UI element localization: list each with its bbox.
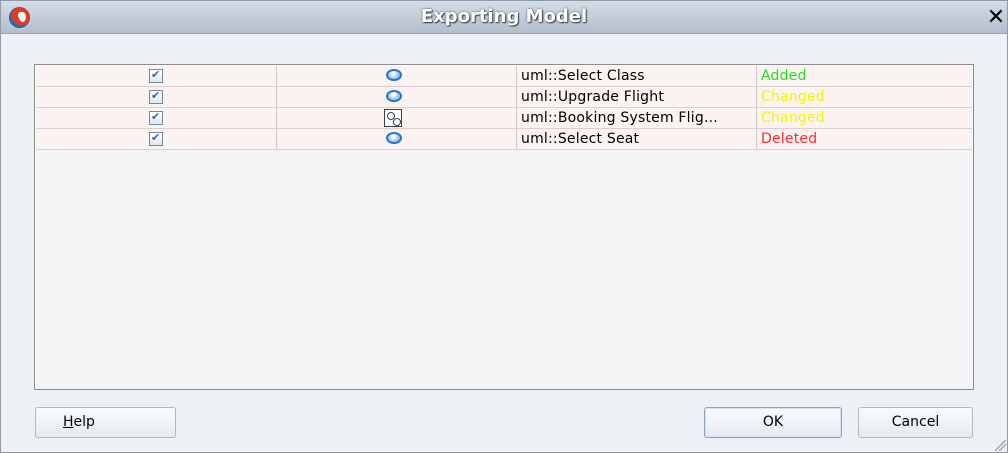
element-name: uml::Select Seat [521,131,640,147]
use-case-oval-icon [386,90,402,102]
type-cell [277,108,517,128]
close-icon[interactable]: ✕ [985,7,1007,29]
cancel-button[interactable]: Cancel [858,407,973,438]
checkbox-checked-icon[interactable] [149,131,163,146]
table-row[interactable]: uml::Upgrade Flight Changed [36,87,972,108]
type-cell [277,129,517,149]
use-case-oval-icon [386,132,402,144]
status-cell: Changed [757,87,972,107]
help-label-rest: elp [73,414,95,430]
select-cell[interactable] [36,108,277,128]
status-cell: Added [757,66,972,86]
table-row[interactable]: uml::Select Seat Deleted [36,129,972,150]
use-case-oval-icon [386,69,402,81]
status-cell: Deleted [757,129,972,149]
type-cell [277,66,517,86]
table-row[interactable]: uml::Booking System Flig... Changed [36,108,972,129]
status-changed: Changed [761,89,825,105]
checkbox-checked-icon[interactable] [149,89,163,104]
help-mnemonic: H [63,414,74,430]
name-cell: uml::Select Class [517,66,757,86]
status-changed: Changed [761,110,825,126]
element-name: uml::Select Class [521,68,645,84]
select-cell[interactable] [36,129,277,149]
title-bar[interactable]: Exporting Model ✕ [1,1,1007,34]
select-cell[interactable] [36,66,277,86]
exporting-model-dialog: Exporting Model ✕ uml::Select Class Adde… [0,0,1008,453]
name-cell: uml::Select Seat [517,129,757,149]
element-name: uml::Upgrade Flight [521,89,665,105]
dialog-title: Exporting Model [420,6,588,27]
status-added: Added [761,68,807,84]
name-cell: uml::Booking System Flig... [517,108,757,128]
table-row[interactable]: uml::Select Class Added [36,66,972,87]
status-cell: Changed [757,108,972,128]
select-cell[interactable] [36,87,277,107]
element-name: uml::Booking System Flig... [521,110,718,126]
ok-button[interactable]: OK [704,407,842,438]
checkbox-checked-icon[interactable] [149,110,163,125]
name-cell: uml::Upgrade Flight [517,87,757,107]
checkbox-checked-icon[interactable] [149,68,163,83]
resize-grip[interactable] [995,440,1006,451]
export-table: uml::Select Class Added uml::Upgrade Fli… [34,64,974,390]
help-button[interactable]: Help [35,407,176,438]
type-cell [277,87,517,107]
status-deleted: Deleted [761,131,818,147]
collaboration-icon [384,109,402,127]
